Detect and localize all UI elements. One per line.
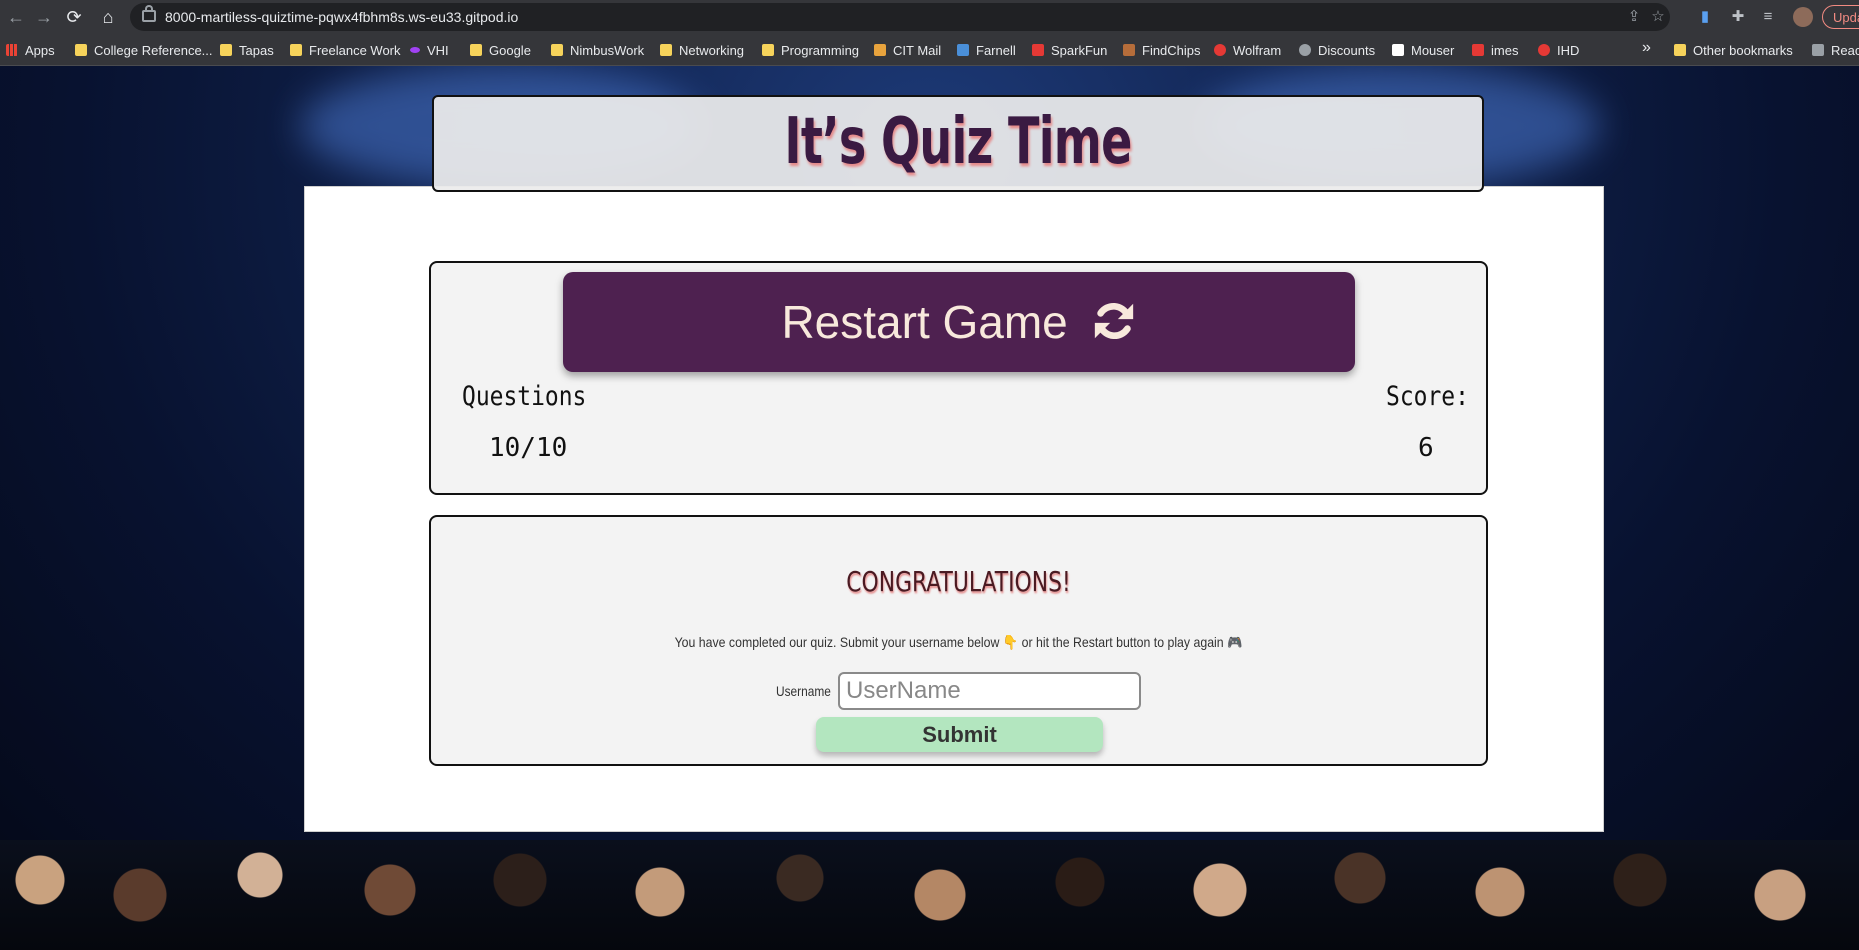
bookmark-nimbuswork[interactable]: NimbusWork <box>551 41 644 59</box>
bookmark-apps[interactable]: Apps <box>6 41 55 59</box>
bookmark-mouser[interactable]: Mouser <box>1392 41 1454 59</box>
folder-icon <box>660 44 672 56</box>
username-label: Username <box>776 683 831 699</box>
reading-list-button[interactable]: Reac <box>1812 41 1859 59</box>
mouser-icon <box>1392 44 1404 56</box>
folder-icon <box>220 44 232 56</box>
results-panel: CONGRATULATIONS! You have completed our … <box>429 515 1488 766</box>
bookmark-tapas[interactable]: Tapas <box>220 41 274 59</box>
refresh-icon <box>1094 302 1133 340</box>
username-input[interactable] <box>838 672 1141 710</box>
reading-list-icon <box>1812 44 1824 56</box>
farnell-icon <box>957 44 969 56</box>
bookmark-cit-mail[interactable]: CIT Mail <box>874 41 941 59</box>
back-icon[interactable]: ← <box>4 5 28 29</box>
audience-background <box>0 840 1859 950</box>
browser-toolbar: ← → ⟳ ⌂ 8000-martiless-quiztime-pqwx4fbh… <box>0 0 1859 34</box>
restart-game-button[interactable]: Restart Game <box>563 272 1355 372</box>
bookmark-wolfram[interactable]: Wolfram <box>1214 41 1281 59</box>
folder-icon <box>762 44 774 56</box>
sparkfun-icon <box>1032 44 1044 56</box>
submit-button[interactable]: Submit <box>816 717 1103 752</box>
bookmark-imes[interactable]: imes <box>1472 41 1518 59</box>
findchips-icon <box>1123 44 1135 56</box>
address-bar[interactable]: 8000-martiless-quiztime-pqwx4fbhm8s.ws-e… <box>130 3 1670 31</box>
bookmark-discounts[interactable]: Discounts <box>1299 41 1375 59</box>
restart-label: Restart Game <box>781 296 1068 348</box>
share-icon[interactable]: ⇪ <box>1624 7 1644 27</box>
bookmark-other-bookmarks[interactable]: Other bookmarks <box>1674 41 1793 59</box>
bookmark-vhi[interactable]: VHI <box>410 41 449 59</box>
folder-icon <box>470 44 482 56</box>
completion-message: You have completed our quiz. Submit your… <box>674 634 1243 650</box>
score-label: Score: <box>1386 381 1469 412</box>
folder-icon <box>551 44 563 56</box>
forward-icon[interactable]: → <box>32 5 56 29</box>
extension-chart-icon[interactable]: ▮ <box>1696 8 1714 26</box>
bookmarks-overflow-chevron-icon[interactable]: » <box>1642 39 1651 57</box>
home-icon[interactable]: ⌂ <box>96 5 120 29</box>
congratulations-heading: CONGRATULATIONS! <box>846 565 1071 598</box>
bookmark-freelance-work[interactable]: Freelance Work <box>290 41 401 59</box>
page-viewport: It’s Quiz Time Restart Game Questions 10… <box>0 66 1859 950</box>
bookmark-star-icon[interactable]: ☆ <box>1648 7 1668 27</box>
bookmarks-bar: Apps College Reference... Tapas Freelanc… <box>0 34 1859 66</box>
bookmark-sparkfun[interactable]: SparkFun <box>1032 41 1107 59</box>
folder-icon <box>1674 44 1686 56</box>
update-button[interactable]: Update <box>1822 5 1859 29</box>
url-text[interactable]: 8000-martiless-quiztime-pqwx4fbhm8s.ws-e… <box>165 9 518 25</box>
title-banner: It’s Quiz Time <box>432 95 1484 192</box>
score-value: 6 <box>1418 433 1434 463</box>
reload-icon[interactable]: ⟳ <box>62 5 86 29</box>
questions-count: 10/10 <box>489 433 568 463</box>
bookmark-farnell[interactable]: Farnell <box>957 41 1016 59</box>
ihd-icon <box>1538 44 1550 56</box>
extensions-puzzle-icon[interactable]: ✚ <box>1729 8 1747 26</box>
bookmark-programming[interactable]: Programming <box>762 41 859 59</box>
apps-grid-icon <box>6 44 18 56</box>
bookmark-college-reference[interactable]: College Reference... <box>75 41 213 59</box>
globe-icon <box>1299 44 1311 56</box>
bookmark-networking[interactable]: Networking <box>660 41 744 59</box>
bookmark-ihd[interactable]: IHD <box>1538 41 1579 59</box>
page-title: It’s Quiz Time <box>784 105 1132 179</box>
lock-icon[interactable] <box>142 5 156 22</box>
imes-icon <box>1472 44 1484 56</box>
mail-icon <box>874 44 886 56</box>
vhi-logo-icon <box>410 47 420 53</box>
folder-icon <box>290 44 302 56</box>
questions-label: Questions <box>462 381 587 412</box>
bookmark-google[interactable]: Google <box>470 41 531 59</box>
game-status-panel: Restart Game Questions 10/10 Score: 6 <box>429 261 1488 495</box>
reading-list-icon[interactable]: ≡ <box>1759 8 1777 26</box>
bookmark-findchips[interactable]: FindChips <box>1123 41 1201 59</box>
profile-avatar[interactable] <box>1793 7 1813 27</box>
wolfram-icon <box>1214 44 1226 56</box>
folder-icon <box>75 44 87 56</box>
